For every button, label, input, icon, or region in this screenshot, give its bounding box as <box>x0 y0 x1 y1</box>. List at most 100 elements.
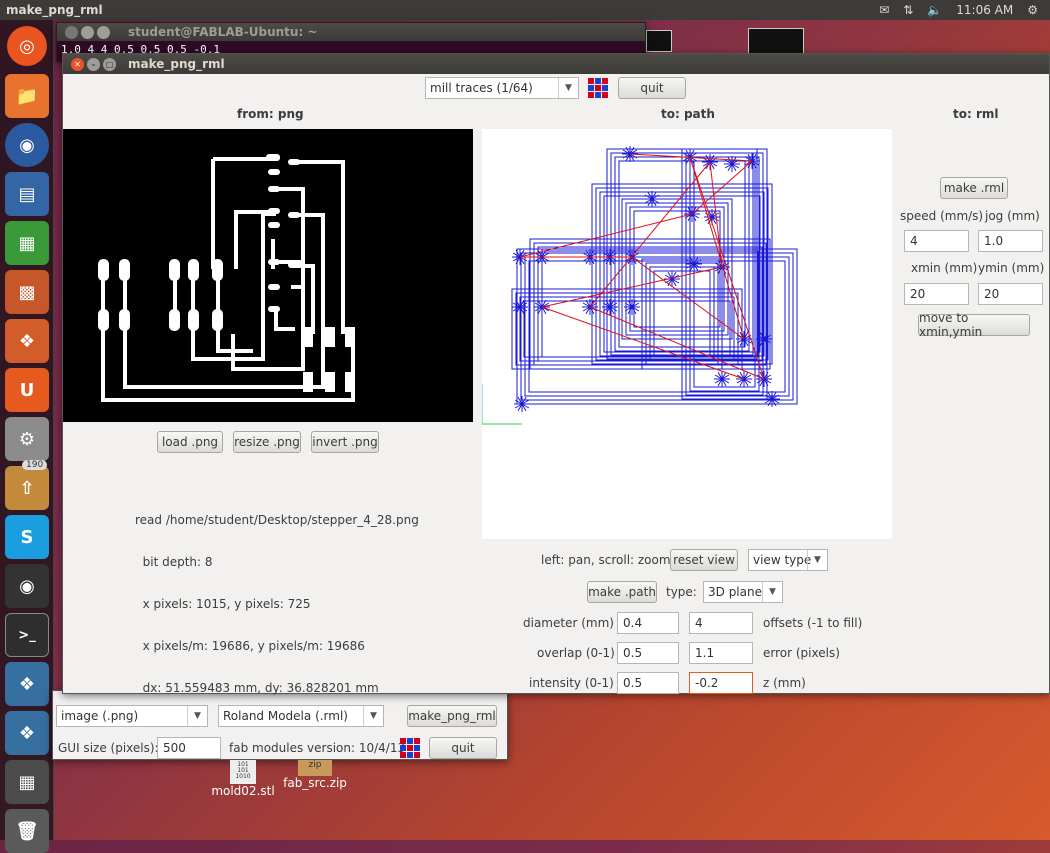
desktop-file-thumbnail[interactable] <box>646 30 672 52</box>
ubuntu-one-icon[interactable]: U <box>5 368 49 412</box>
png-info: read /home/student/Desktop/stepper_4_28.… <box>135 485 419 723</box>
quit-button[interactable]: quit <box>618 77 686 99</box>
offsets-label: offsets (-1 to fill) <box>763 616 863 630</box>
window-titlebar[interactable]: ✕ – □ make_png_rml <box>63 54 1049 74</box>
update-count-badge: 190 <box>22 460 48 470</box>
make-path-button[interactable]: make .path <box>587 581 657 603</box>
terminal-title: student@FABLAB-Ubuntu: ~ <box>128 25 318 39</box>
error-input[interactable] <box>689 642 753 664</box>
fab-logo-icon <box>588 78 608 98</box>
gear-icon[interactable]: ⚙ <box>1027 3 1038 17</box>
path-type-value: 3D plane <box>708 585 762 599</box>
chevron-down-icon: ▼ <box>762 582 782 602</box>
make-png-rml-button[interactable]: make_png_rml <box>407 705 497 727</box>
ymin-label: ymin (mm) <box>978 261 1045 275</box>
reset-view-button[interactable]: reset view <box>670 549 738 571</box>
info-line: dx: 51.559483 mm, dy: 36.828201 mm <box>135 681 379 695</box>
diameter-label: diameter (mm) <box>523 616 614 630</box>
desktop-file-fabsrc[interactable]: zip fab_src.zip <box>280 760 350 790</box>
jog-label: jog (mm) <box>985 209 1040 223</box>
trash-icon[interactable]: 🗑 <box>5 809 49 853</box>
python-icon-2[interactable]: ❖ <box>5 711 49 755</box>
text-file-icon: 101 101 1010 <box>230 760 256 784</box>
toolpath-lines <box>511 146 798 412</box>
minimize-icon[interactable]: – <box>87 57 100 71</box>
settings-icon[interactable]: ⚙ <box>5 417 49 461</box>
invert-png-button[interactable]: invert .png <box>311 431 379 453</box>
file-label: mold02.stl <box>211 784 275 798</box>
z-input[interactable] <box>689 672 753 694</box>
clock[interactable]: 11:06 AM <box>956 3 1013 17</box>
overlap-label: overlap (0-1) <box>537 646 615 660</box>
info-line: x pixels/m: 19686, y pixels/m: 19686 <box>135 639 365 653</box>
load-png-button[interactable]: load .png <box>157 431 223 453</box>
calc-icon[interactable]: ▦ <box>5 221 49 265</box>
chevron-down-icon: ▼ <box>807 550 827 570</box>
mail-icon[interactable]: ✉ <box>879 3 889 17</box>
update-manager-icon[interactable]: ⇧ <box>5 466 49 510</box>
launcher-quit-button[interactable]: quit <box>429 737 497 759</box>
terminal-icon[interactable]: >_ <box>5 613 49 657</box>
desktop-file-mold02[interactable]: 101 101 1010 mold02.stl <box>208 760 278 798</box>
ubuntu-dash-icon[interactable]: ◎ <box>7 26 47 66</box>
intensity-input[interactable] <box>617 672 679 694</box>
disk-icon[interactable]: ◉ <box>5 564 49 608</box>
process-select[interactable]: mill traces (1/64) ▼ <box>425 77 579 99</box>
toolpath-contour <box>633 210 721 328</box>
ymin-input[interactable] <box>978 283 1043 305</box>
move-to-xmin-ymin-button[interactable]: move to xmin,ymin <box>918 311 1030 339</box>
speed-label: speed (mm/s) <box>900 209 984 223</box>
workspace-switcher-icon[interactable]: ▦ <box>5 760 49 804</box>
chevron-down-icon: ▼ <box>558 78 578 98</box>
file-label: fab_src.zip <box>283 776 347 790</box>
files-icon[interactable]: 📁 <box>5 74 49 118</box>
intensity-label: intensity (0-1) <box>529 676 614 690</box>
maximize-icon[interactable] <box>97 25 110 39</box>
input-format-value: image (.png) <box>61 709 139 723</box>
gui-size-input[interactable] <box>157 737 221 759</box>
resize-png-button[interactable]: resize .png <box>233 431 301 453</box>
offsets-input[interactable] <box>689 612 753 634</box>
impress-icon[interactable]: ▩ <box>5 270 49 314</box>
diameter-input[interactable] <box>617 612 679 634</box>
speed-input[interactable] <box>904 230 969 252</box>
view-type-select[interactable]: view type ▼ <box>748 549 828 571</box>
path-preview-canvas[interactable] <box>482 129 892 539</box>
process-value: mill traces (1/64) <box>430 81 533 95</box>
desktop-file-thumbnail[interactable] <box>748 28 804 54</box>
info-line: bit depth: 8 <box>135 555 213 569</box>
make-rml-button[interactable]: make .rml <box>940 177 1008 199</box>
active-app-title: make_png_rml <box>6 3 103 17</box>
to-rml-header: to: rml <box>953 107 999 121</box>
archive-icon: zip <box>298 760 332 776</box>
skype-icon[interactable]: S <box>5 515 49 559</box>
close-icon[interactable]: ✕ <box>71 57 84 71</box>
info-line: x pixels: 1015, y pixels: 725 <box>135 597 311 611</box>
writer-icon[interactable]: ▤ <box>5 172 49 216</box>
from-png-header: from: png <box>237 107 304 121</box>
fab-logo-icon <box>400 738 420 758</box>
archive-tag: zip <box>308 760 322 770</box>
python-icon[interactable]: ❖ <box>5 662 49 706</box>
overlap-input[interactable] <box>617 642 679 664</box>
firefox-icon[interactable]: ◉ <box>5 123 49 167</box>
path-type-select[interactable]: 3D plane ▼ <box>703 581 783 603</box>
type-label: type: <box>666 585 697 599</box>
view-hint: left: pan, scroll: zoom <box>541 553 671 567</box>
xmin-input[interactable] <box>904 283 969 305</box>
xmin-label: xmin (mm) <box>911 261 978 275</box>
error-label: error (pixels) <box>763 646 840 660</box>
info-line: read /home/student/Desktop/stepper_4_28.… <box>135 513 419 527</box>
launcher: ◎ 📁 ◉ ▤ ▦ ▩ ❖ U ⚙ ⇧ 190 S ◉ >_ ❖ ❖ ▦ 🗑 <box>0 20 54 853</box>
software-center-icon[interactable]: ❖ <box>5 319 49 363</box>
minimize-icon[interactable] <box>81 25 94 39</box>
png-preview-canvas[interactable] <box>63 129 473 422</box>
make-png-rml-window: ✕ – □ make_png_rml mill traces (1/64) ▼ q… <box>62 53 1050 695</box>
close-icon[interactable] <box>65 25 78 39</box>
version-label: fab modules version: 10/4/13 <box>229 741 406 755</box>
maximize-icon[interactable]: □ <box>103 57 116 71</box>
network-icon[interactable]: ⇅ <box>903 3 913 17</box>
jog-input[interactable] <box>978 230 1043 252</box>
volume-icon[interactable]: 🔈 <box>927 3 942 17</box>
to-path-header: to: path <box>661 107 715 121</box>
